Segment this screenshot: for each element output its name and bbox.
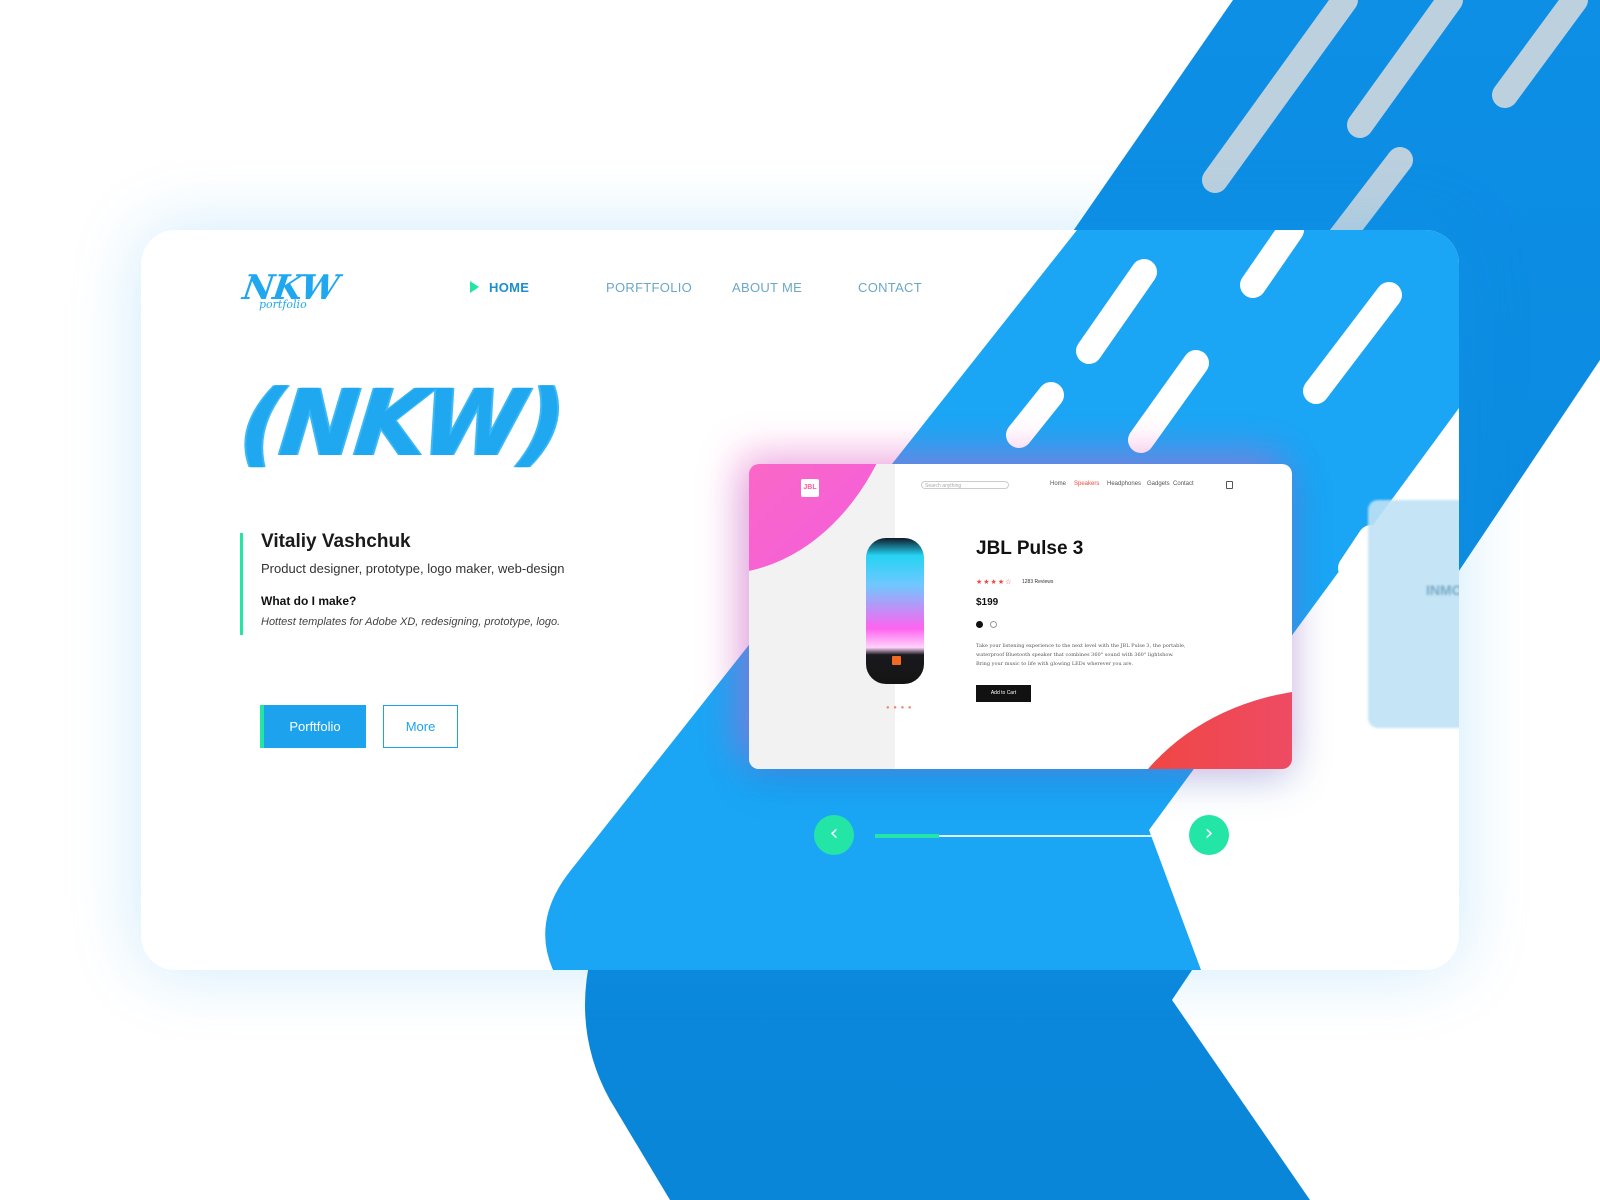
nav-portfolio[interactable]: PORFTFOLIO: [606, 280, 692, 295]
preview-nav-gadgets[interactable]: Gadgets: [1147, 481, 1170, 487]
nav-home[interactable]: HOME: [470, 280, 529, 295]
brand-logo-sub: portfolio: [259, 298, 307, 311]
speaker-image: [866, 538, 924, 684]
author-name: Vitaliy Vashchuk: [261, 531, 411, 552]
preview-nav-home[interactable]: Home: [1050, 481, 1066, 487]
jbl-logo[interactable]: JBL: [801, 479, 819, 497]
preview-nav-headphones[interactable]: Headphones: [1107, 481, 1141, 487]
product-description: Take your listening experience to the ne…: [976, 643, 1186, 667]
nav-contact[interactable]: CONTACT: [858, 280, 922, 295]
hero-logo: (NKW): [235, 370, 569, 477]
preview-nav-contact[interactable]: Contact: [1173, 481, 1194, 487]
portfolio-button[interactable]: Porftfolio: [260, 705, 366, 748]
slider-next-button[interactable]: ›: [1189, 815, 1229, 855]
nav-home-label: HOME: [489, 280, 530, 295]
next-preview-card[interactable]: INMO: [1368, 500, 1459, 728]
product-preview-card[interactable]: JBL Search anything Home Speakers Headph…: [749, 464, 1292, 769]
jbl-badge-icon: [892, 656, 901, 665]
red-blob: [1102, 689, 1292, 769]
image-carousel-dots[interactable]: ● ● ● ●: [886, 705, 913, 711]
add-to-cart-button[interactable]: Add to Cart: [976, 685, 1031, 702]
cart-icon[interactable]: [1226, 481, 1233, 489]
intro-block: Vitaliy Vashchuk Product designer, proto…: [240, 531, 565, 635]
more-button[interactable]: More: [383, 705, 458, 748]
preview-search-input[interactable]: Search anything: [921, 481, 1009, 489]
play-arrow-icon: [470, 281, 479, 293]
product-title: JBL Pulse 3: [976, 538, 1084, 559]
preview-nav-speakers[interactable]: Speakers: [1074, 481, 1099, 487]
rating-stars: ★★★★☆: [976, 579, 1013, 586]
intro-question: What do I make?: [261, 594, 357, 608]
product-price: $199: [976, 597, 999, 608]
color-swatch-white[interactable]: [990, 621, 997, 628]
chevron-right-icon: ›: [1204, 821, 1214, 846]
slider-progress-fill: [875, 834, 940, 838]
chevron-left-icon: ‹: [829, 821, 839, 846]
slider-prev-button[interactable]: ‹: [814, 815, 854, 855]
slider-progress-track[interactable]: [875, 834, 1167, 838]
review-count[interactable]: 1283 Reviews: [1022, 579, 1053, 585]
author-role: Product designer, prototype, logo maker,…: [261, 561, 565, 576]
portfolio-card: NKW portfolio HOME PORFTFOLIO ABOUT ME C…: [141, 230, 1459, 970]
nav-about-me[interactable]: ABOUT ME: [732, 280, 802, 295]
next-preview-title: INMO: [1426, 582, 1459, 598]
color-swatch-black[interactable]: [976, 621, 983, 628]
intro-answer: Hottest templates for Adobe XD, redesign…: [261, 616, 561, 628]
